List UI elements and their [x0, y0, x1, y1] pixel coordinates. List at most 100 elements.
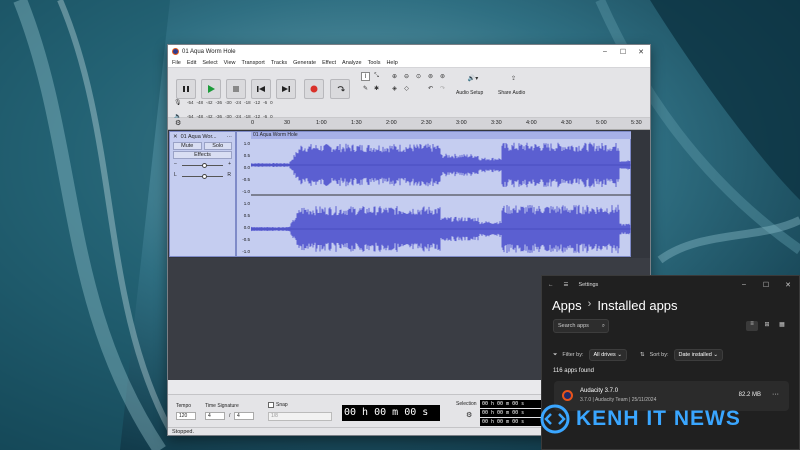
envelope-tool-icon[interactable]: ⤡: [372, 72, 381, 81]
filter-icon: ⏷: [553, 351, 558, 358]
fit-selection-icon[interactable]: ⊙: [414, 72, 423, 81]
sort-dropdown[interactable]: Date installed ⌄: [673, 349, 723, 361]
close-track-icon[interactable]: ✕: [173, 134, 178, 140]
menu-select[interactable]: Select: [202, 60, 217, 66]
menu-generate[interactable]: Generate: [293, 60, 316, 66]
solo-button[interactable]: Solo: [203, 142, 232, 150]
page-title: Installed apps: [597, 298, 678, 313]
time-display[interactable]: 00 h 00 m 00 s: [342, 405, 440, 421]
settings-maximize-button[interactable]: ☐: [755, 281, 777, 289]
menu-view[interactable]: View: [224, 60, 236, 66]
app-meta: 3.7.0 | Audacity Team | 25/11/2024: [580, 397, 657, 403]
menu-effect[interactable]: Effect: [322, 60, 336, 66]
selection-end[interactable]: 00 h 00 m 00 s: [480, 409, 542, 417]
trim-audio-icon[interactable]: ◈: [390, 84, 399, 93]
pan-slider[interactable]: L R: [174, 172, 231, 181]
fit-project-icon[interactable]: ⊚: [426, 72, 435, 81]
skip-to-start-button[interactable]: [251, 79, 271, 99]
gain-slider[interactable]: – +: [174, 161, 231, 170]
clip-title[interactable]: 01 Aqua Worm Hole: [251, 132, 631, 139]
effects-button[interactable]: Effects: [173, 151, 232, 159]
breadcrumb-apps[interactable]: Apps: [552, 298, 582, 313]
back-arrow-icon[interactable]: ←: [548, 282, 554, 288]
watermark-text: KENH IT NEWS: [576, 407, 741, 430]
track-menu-icon[interactable]: ···: [227, 134, 233, 140]
play-button[interactable]: [201, 79, 221, 99]
code-logo-icon: [540, 404, 570, 434]
app-name: Audacity 3.7.0: [580, 388, 619, 394]
snap-dropdown[interactable]: 1/8: [268, 412, 332, 421]
time-signature-numerator[interactable]: 4: [205, 412, 225, 420]
redo-icon[interactable]: ↷: [438, 84, 447, 93]
filter-label: Filter by:: [562, 352, 584, 358]
stop-button[interactable]: [226, 79, 246, 99]
audio-setup-button[interactable]: Audio Setup: [456, 90, 483, 96]
menu-transport[interactable]: Transport: [241, 60, 264, 66]
multi-tool-icon[interactable]: ✱: [372, 84, 381, 93]
snap-label: Snap: [276, 402, 288, 408]
timeline-ruler[interactable]: ⚙ 0 30 1:00 1:30 2:00 2:30 3:00 3:30 4:0…: [168, 118, 650, 130]
maximize-button[interactable]: ☐: [614, 48, 632, 56]
search-icon: ⌕: [601, 323, 605, 329]
zoom-in-icon[interactable]: ⊕: [390, 72, 399, 81]
selection-start[interactable]: 00 h 00 m 00 s: [480, 400, 542, 408]
record-meter[interactable]: 🎙 -54 -48 -42 -36 -30 -24 -18 -12 -6 0: [174, 97, 273, 107]
search-apps-input[interactable]: Search apps ⌕: [553, 319, 609, 333]
selection-label: Selection: [456, 401, 477, 407]
breadcrumb: Apps › Installed apps: [552, 298, 678, 313]
settings-close-button[interactable]: ✕: [777, 281, 799, 289]
selection-tool-icon[interactable]: I: [361, 72, 370, 81]
tempo-label: Tempo: [176, 403, 192, 409]
loop-icon: [337, 85, 345, 91]
menu-analyze[interactable]: Analyze: [342, 60, 362, 66]
title-bar: 01 Aqua Worm Hole – ☐ ✕: [168, 45, 650, 58]
hamburger-menu-icon[interactable]: ☰: [564, 282, 569, 288]
minimize-button[interactable]: –: [596, 48, 614, 56]
skip-start-icon: [257, 86, 265, 92]
apps-count: 116 apps found: [553, 368, 594, 374]
silence-audio-icon[interactable]: ◇: [402, 84, 411, 93]
selection-settings-icon[interactable]: ⚙: [466, 411, 472, 419]
track-area: ✕ 01 Aqua Wor... ··· Mute Solo Effects –…: [168, 130, 650, 258]
zoom-out-icon[interactable]: ⊖: [402, 72, 411, 81]
grid-view-icon[interactable]: ⊞: [761, 321, 773, 331]
audacity-logo-icon: [172, 48, 179, 55]
speaker-icon[interactable]: 🔊▾: [464, 74, 482, 83]
loop-button[interactable]: [330, 79, 350, 99]
track-name[interactable]: 01 Aqua Wor...: [181, 134, 217, 140]
watermark: KENH IT NEWS: [540, 404, 741, 434]
share-audio-button[interactable]: Share Audio: [498, 90, 525, 96]
selection-length[interactable]: 00 h 00 m 00 s: [480, 418, 542, 426]
time-signature-denominator[interactable]: 4: [234, 412, 254, 420]
menu-help[interactable]: Help: [386, 60, 397, 66]
draw-tool-icon[interactable]: ✎: [361, 84, 370, 93]
undo-icon[interactable]: ↶: [426, 84, 435, 93]
menu-bar: File Edit Select View Transport Tracks G…: [168, 58, 650, 68]
share-icon[interactable]: ⇪: [509, 74, 518, 83]
stop-icon: [233, 86, 239, 92]
sort-label: Sort by:: [649, 352, 669, 358]
menu-edit[interactable]: Edit: [187, 60, 196, 66]
filter-dropdown[interactable]: All drives ⌄: [588, 349, 627, 361]
play-icon: [208, 85, 215, 93]
pause-button[interactable]: [176, 79, 196, 99]
snap-checkbox[interactable]: [268, 402, 274, 408]
tempo-input[interactable]: 120: [176, 412, 196, 420]
timeline-settings-icon[interactable]: ⚙: [175, 119, 181, 127]
menu-file[interactable]: File: [172, 60, 181, 66]
zoom-toggle-icon[interactable]: ⊛: [438, 72, 447, 81]
skip-to-end-button[interactable]: [276, 79, 296, 99]
close-button[interactable]: ✕: [632, 48, 650, 56]
list-view-icon[interactable]: ≡: [746, 321, 758, 331]
menu-tracks[interactable]: Tracks: [271, 60, 287, 66]
menu-tools[interactable]: Tools: [368, 60, 381, 66]
waveform-clip[interactable]: 1.0 0.5 0.0 -0.5 -1.0 1.0 0.5 0.0 -0.5 -…: [236, 131, 631, 257]
settings-minimize-button[interactable]: –: [733, 281, 755, 289]
record-button[interactable]: [304, 79, 324, 99]
microphone-icon: 🎙: [174, 99, 182, 106]
more-options-button[interactable]: ···: [772, 391, 779, 398]
mute-button[interactable]: Mute: [173, 142, 202, 150]
track-control-panel[interactable]: ✕ 01 Aqua Wor... ··· Mute Solo Effects –…: [169, 131, 236, 257]
tile-view-icon[interactable]: ▦: [776, 321, 788, 331]
record-icon: [310, 85, 318, 93]
